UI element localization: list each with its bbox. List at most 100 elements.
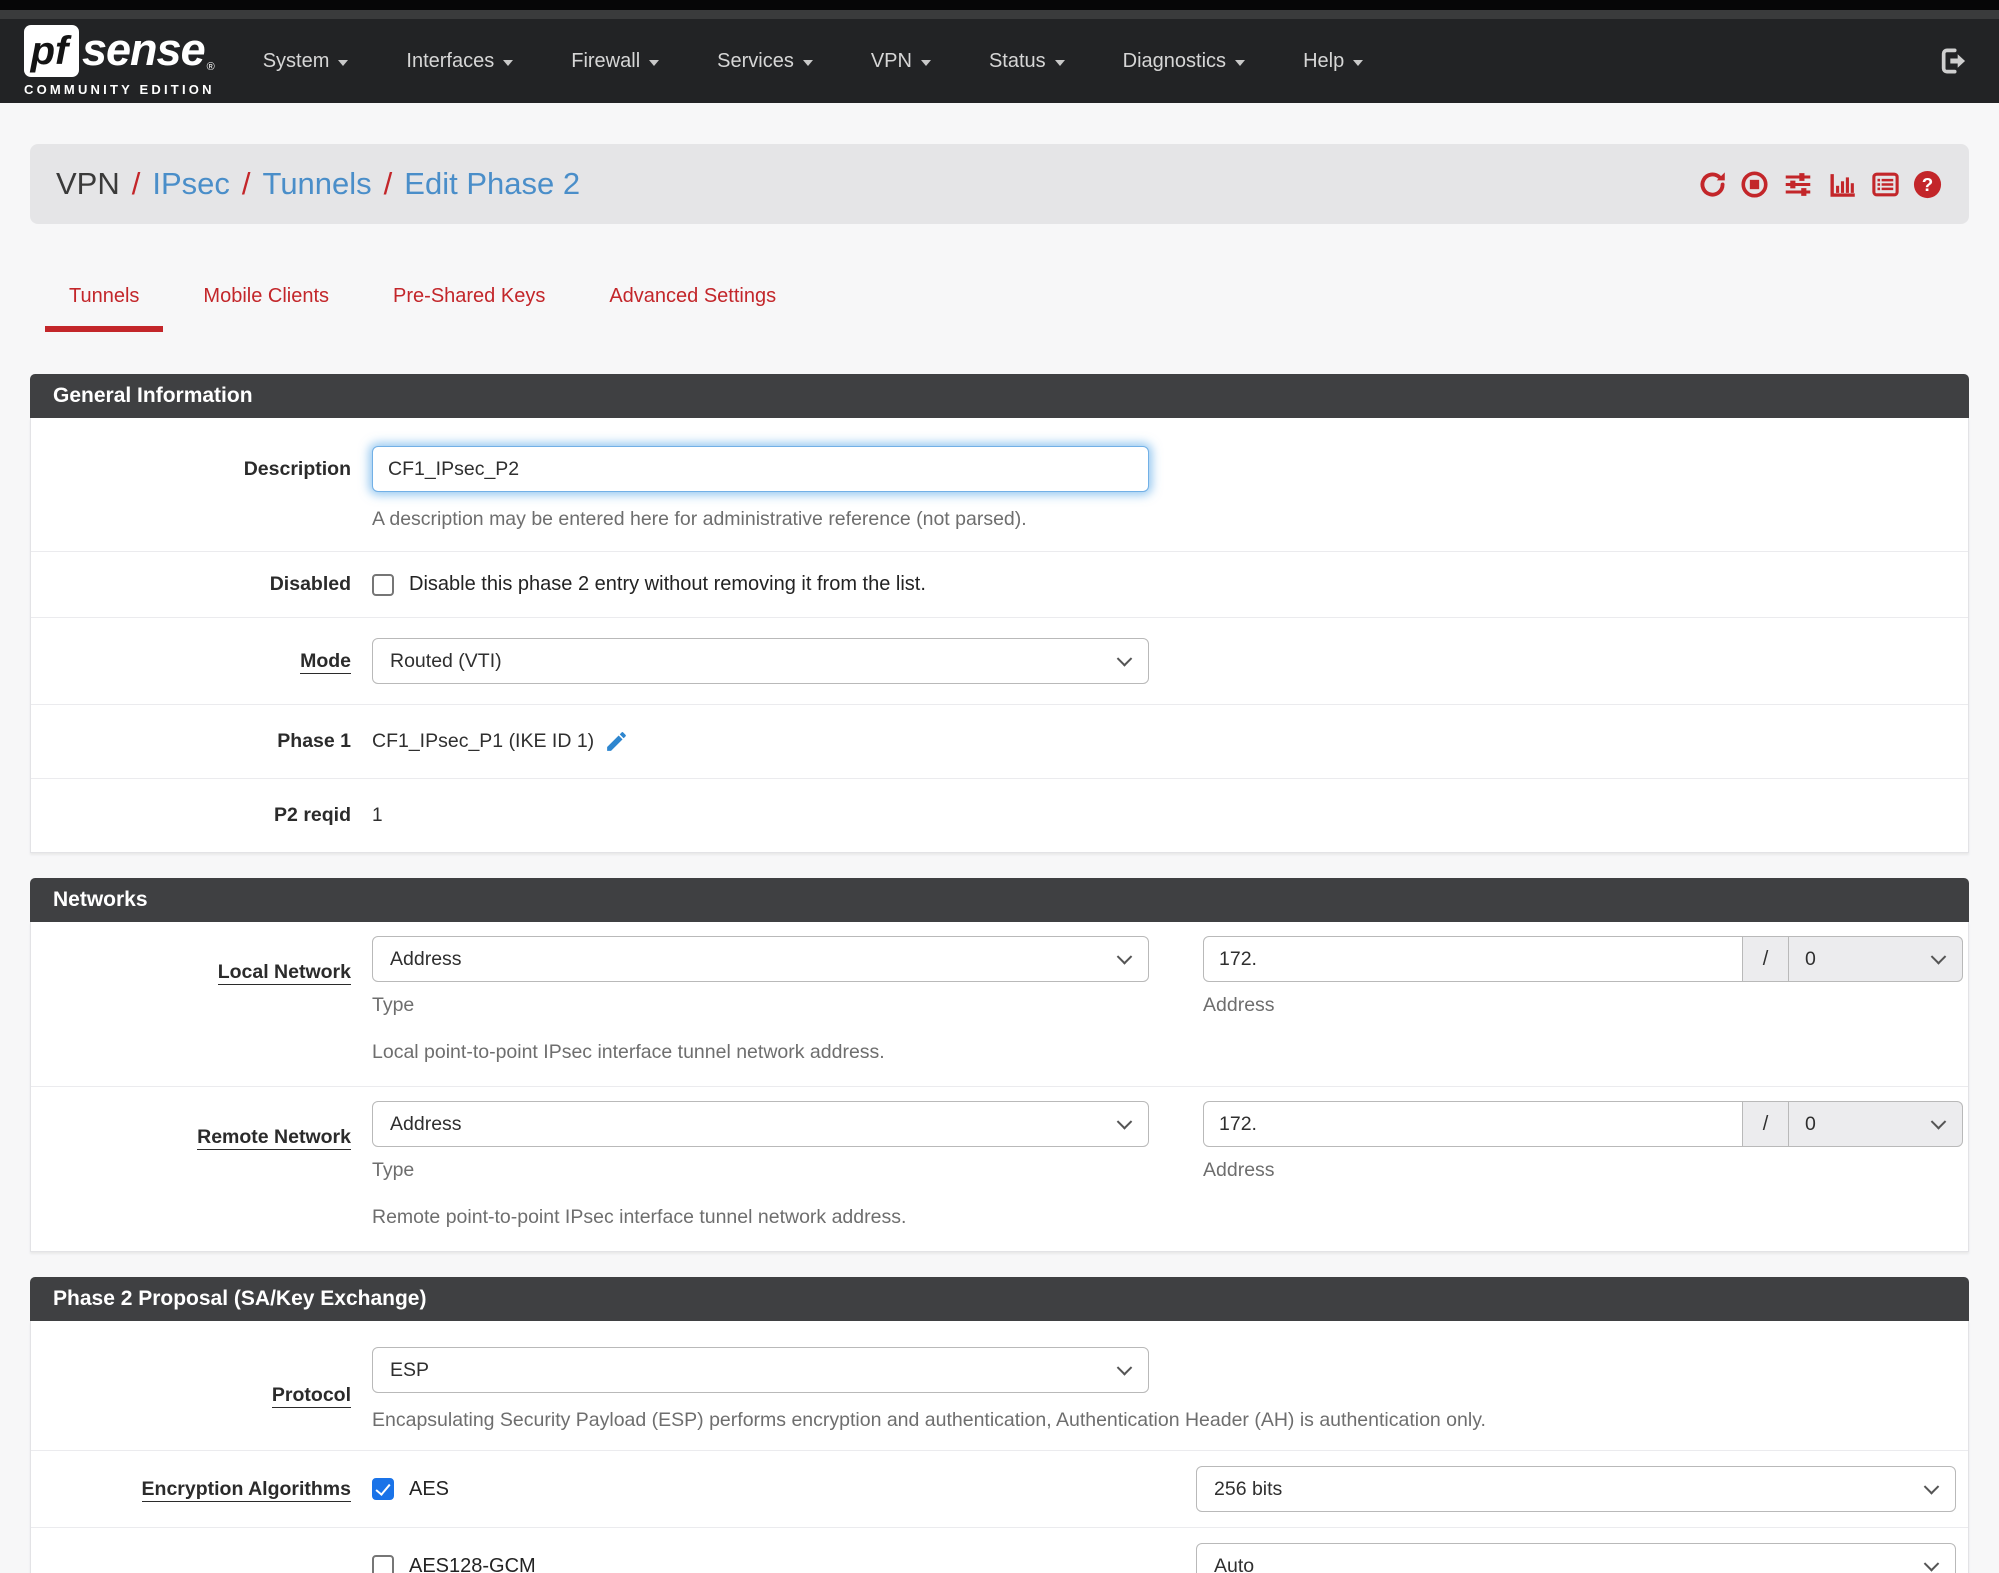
nav-item-label: Help xyxy=(1303,49,1345,72)
aes-checkbox-label: AES xyxy=(409,1477,450,1500)
breadcrumb-panel: VPN / IPsec / Tunnels / Edit Phase 2 ? xyxy=(30,144,1969,224)
encryption-row-aes128gcm: AES128-GCM Auto xyxy=(31,1527,1968,1573)
local-network-type-select[interactable]: Address xyxy=(372,936,1149,982)
aes-keylength-select[interactable]: 256 bits xyxy=(1196,1466,1956,1512)
description-input[interactable] xyxy=(372,446,1149,492)
tab-advanced-settings[interactable]: Advanced Settings xyxy=(585,285,800,332)
stop-circle-icon[interactable] xyxy=(1739,169,1770,200)
nav-item-label: Services xyxy=(717,49,794,72)
sliders-icon[interactable] xyxy=(1781,169,1815,200)
pfsense-logo[interactable]: pf sense ® COMMUNITY EDITION xyxy=(24,25,215,97)
remote-network-prefix-value: 0 xyxy=(1805,1112,1816,1135)
phase1-row: Phase 1 CF1_IPsec_P1 (IKE ID 1) xyxy=(31,704,1968,778)
local-network-label: Local Network xyxy=(217,961,351,985)
help-icon[interactable]: ? xyxy=(1912,169,1943,200)
protocol-row: Protocol ESP Encapsulating Security Payl… xyxy=(31,1321,1968,1450)
aes-keylength-value: 256 bits xyxy=(1214,1477,1283,1500)
nav-item-interfaces[interactable]: Interfaces xyxy=(406,49,514,73)
nav-item-services[interactable]: Services xyxy=(717,50,813,73)
breadcrumb-link-ipsec[interactable]: IPsec xyxy=(152,166,230,202)
bar-chart-icon[interactable] xyxy=(1826,169,1859,200)
local-network-help: Local point-to-point IPsec interface tun… xyxy=(372,1041,885,1063)
caret-down-icon xyxy=(1235,59,1246,66)
breadcrumb-separator: / xyxy=(131,166,141,201)
nav-item-vpn[interactable]: VPN xyxy=(871,50,931,73)
nav-item-status[interactable]: Status xyxy=(989,50,1065,73)
local-network-type-value: Address xyxy=(390,947,462,970)
breadcrumb-separator: / xyxy=(383,166,393,201)
nav-item-diagnostics[interactable]: Diagnostics xyxy=(1123,50,1246,73)
nav-item-system[interactable]: System xyxy=(263,50,349,73)
local-network-type-sublabel: Type xyxy=(372,994,415,1016)
local-network-slash-addon: / xyxy=(1743,936,1789,982)
p2reqid-value: 1 xyxy=(372,804,383,826)
nav-item-label: Interfaces xyxy=(406,49,495,72)
local-network-address-value: 172. xyxy=(1219,947,1257,970)
protocol-select[interactable]: ESP xyxy=(372,1347,1149,1393)
list-icon[interactable] xyxy=(1870,169,1901,200)
aes-checkbox[interactable] xyxy=(372,1478,394,1500)
remote-network-slash-addon: / xyxy=(1743,1101,1789,1147)
breadcrumb-link-edit-phase2[interactable]: Edit Phase 2 xyxy=(404,166,580,202)
encryption-row-aes: Encryption Algorithms AES 256 bits xyxy=(31,1450,1968,1527)
local-network-prefix-select[interactable]: 0 xyxy=(1789,936,1963,982)
remote-network-address-sublabel: Address xyxy=(1203,1159,1275,1181)
section-header-proposal: Phase 2 Proposal (SA/Key Exchange) xyxy=(30,1277,1969,1321)
section-phase2-proposal: Phase 2 Proposal (SA/Key Exchange) Proto… xyxy=(30,1277,1969,1573)
pfsense-logo-subtitle: COMMUNITY EDITION xyxy=(24,82,215,97)
mode-label: Mode xyxy=(300,649,351,674)
caret-down-icon xyxy=(503,59,514,66)
disabled-checkbox[interactable] xyxy=(372,573,394,596)
remote-network-type-select[interactable]: Address xyxy=(372,1101,1149,1147)
sign-out-icon[interactable] xyxy=(1937,44,1971,78)
remote-network-type-value: Address xyxy=(390,1112,462,1135)
protocol-help: Encapsulating Security Payload (ESP) per… xyxy=(372,1409,1486,1431)
remote-network-type-sublabel: Type xyxy=(372,1159,415,1181)
remote-network-address-value: 172. xyxy=(1219,1112,1257,1135)
local-network-address-input[interactable]: 172. xyxy=(1203,936,1743,982)
mode-select-value: Routed (VTI) xyxy=(390,649,502,672)
disabled-label: Disabled xyxy=(269,573,351,595)
nav-item-firewall[interactable]: Firewall xyxy=(571,49,660,73)
phase1-label: Phase 1 xyxy=(277,730,351,752)
protocol-select-value: ESP xyxy=(390,1358,430,1381)
aes128gcm-keylength-select[interactable]: Auto xyxy=(1196,1543,1956,1573)
nav-item-label: Status xyxy=(988,49,1046,72)
protocol-label: Protocol xyxy=(271,1384,351,1408)
description-help: A description may be entered here for ad… xyxy=(372,508,1027,530)
nav-item-help[interactable]: Help xyxy=(1303,49,1364,73)
section-networks: Networks Local Network Address Type 172.… xyxy=(30,878,1969,1252)
remote-network-prefix-select[interactable]: 0 xyxy=(1789,1101,1963,1147)
remote-network-row: Remote Network Address Type 172. / 0 Add… xyxy=(31,1086,1968,1251)
window-top-edge xyxy=(0,0,1999,10)
breadcrumb-root: VPN xyxy=(56,166,120,201)
page-tabs: Tunnels Mobile Clients Pre-Shared Keys A… xyxy=(45,285,1999,332)
p2reqid-label: P2 reqid xyxy=(274,804,351,826)
remote-network-address-input[interactable]: 172. xyxy=(1203,1101,1743,1147)
caret-down-icon xyxy=(802,59,813,66)
caret-down-icon xyxy=(649,59,660,66)
refresh-icon[interactable] xyxy=(1697,169,1728,200)
pfsense-logo-pf: pf xyxy=(24,25,79,77)
phase1-value: CF1_IPsec_P1 (IKE ID 1) xyxy=(372,730,595,752)
svg-text:?: ? xyxy=(1922,173,1933,194)
section-header-general: General Information xyxy=(30,374,1969,418)
mode-select[interactable]: Routed (VTI) xyxy=(372,638,1149,684)
disabled-row: Disabled Disable this phase 2 entry with… xyxy=(31,551,1968,617)
caret-down-icon xyxy=(1353,59,1364,66)
top-navbar: pf sense ® COMMUNITY EDITION System Inte… xyxy=(0,19,1999,103)
nav-item-label: Firewall xyxy=(571,49,641,72)
pencil-icon[interactable] xyxy=(604,729,629,754)
encryption-algorithms-label: Encryption Algorithms xyxy=(141,1477,351,1502)
breadcrumb-actions: ? xyxy=(1697,169,1943,200)
aes128gcm-checkbox[interactable] xyxy=(372,1555,394,1573)
tab-tunnels[interactable]: Tunnels xyxy=(45,285,164,332)
caret-down-icon xyxy=(1054,59,1065,66)
local-network-row: Local Network Address Type 172. / 0 Addr… xyxy=(31,922,1968,1086)
tab-mobile-clients[interactable]: Mobile Clients xyxy=(179,285,353,332)
breadcrumb-link-tunnels[interactable]: Tunnels xyxy=(263,166,372,202)
description-label: Description xyxy=(243,458,351,480)
local-network-address-sublabel: Address xyxy=(1203,994,1275,1016)
local-network-prefix-value: 0 xyxy=(1805,947,1816,970)
tab-pre-shared-keys[interactable]: Pre-Shared Keys xyxy=(369,285,569,332)
